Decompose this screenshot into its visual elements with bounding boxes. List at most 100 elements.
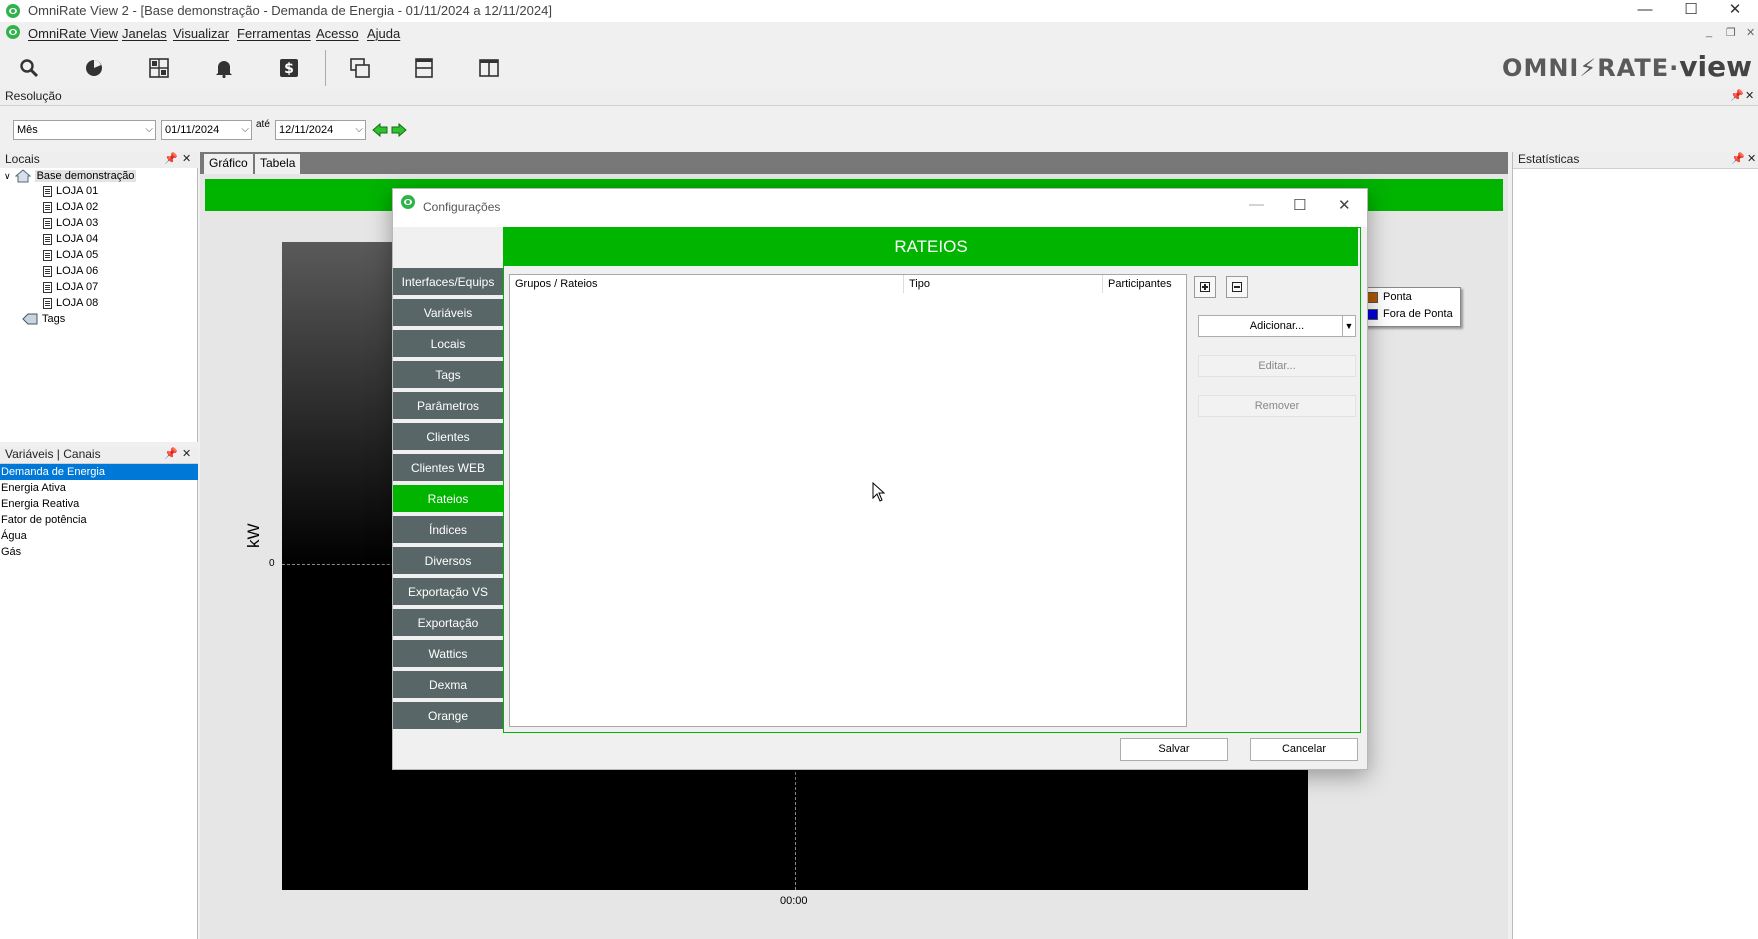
period-select[interactable]: Mês ⌵ <box>13 120 156 140</box>
y-tick-label: 0 <box>269 558 275 569</box>
rateios-list[interactable]: Grupos / Rateios Tipo Participantes <box>509 274 1187 727</box>
tree-item-label: LOJA 05 <box>56 249 99 261</box>
nav-wattics[interactable]: Wattics <box>393 640 503 669</box>
grid-icon[interactable] <box>143 52 175 84</box>
date-to-picker[interactable]: 12/11/2024 ⌵ <box>275 120 366 140</box>
nav-dexma[interactable]: Dexma <box>393 671 503 700</box>
tree-item-loja-06[interactable]: LOJA 06 <box>43 265 98 277</box>
column-header-grupos[interactable]: Grupos / Rateios <box>510 275 904 293</box>
add-button[interactable]: Adicionar... ▼ <box>1198 315 1356 337</box>
mdi-minimize-icon[interactable]: _ <box>1706 26 1712 38</box>
mdi-restore-icon[interactable]: ❐ <box>1726 26 1736 39</box>
document-icon <box>43 233 52 245</box>
pin-icon[interactable]: 📌 <box>1731 152 1745 165</box>
tile-vertical-icon[interactable] <box>473 52 505 84</box>
tree-item-label: LOJA 01 <box>56 185 99 197</box>
nav-interfaces-equips[interactable]: Interfaces/Equips <box>393 268 503 297</box>
dialog-title: Configurações <box>423 200 501 214</box>
remove-button[interactable]: Remover <box>1198 395 1356 417</box>
menu-acesso[interactable]: Acesso <box>316 26 359 41</box>
minimize-icon[interactable]: — <box>1249 196 1264 213</box>
cascade-windows-icon[interactable] <box>344 52 376 84</box>
nav-exportacao-vs[interactable]: Exportação VS <box>393 578 503 607</box>
tree-item-tags[interactable]: Tags <box>22 313 65 325</box>
nav-tags[interactable]: Tags <box>393 361 503 390</box>
nav-parametros[interactable]: Parâmetros <box>393 392 503 421</box>
legend-label: Fora de Ponta <box>1383 308 1453 320</box>
pin-icon[interactable]: 📌 <box>1730 89 1744 102</box>
menu-ferramentas[interactable]: Ferramentas <box>237 26 311 41</box>
pie-chart-icon[interactable] <box>78 52 110 84</box>
menu-ajuda[interactable]: Ajuda <box>367 26 400 41</box>
list-item[interactable]: Água <box>0 528 198 544</box>
list-item[interactable]: Demanda de Energia <box>0 464 198 480</box>
date-from-value: 01/11/2024 <box>165 124 220 136</box>
bell-icon[interactable] <box>208 52 240 84</box>
nav-clientes[interactable]: Clientes <box>393 423 503 452</box>
close-panel-icon[interactable]: ✕ <box>182 447 191 460</box>
save-button[interactable]: Salvar <box>1120 738 1228 761</box>
nav-locais[interactable]: Locais <box>393 330 503 359</box>
database-icon <box>14 169 31 183</box>
chevron-down-icon[interactable]: ∨ <box>4 171 11 182</box>
close-icon[interactable]: ✕ <box>1338 196 1351 214</box>
tree-item-loja-07[interactable]: LOJA 07 <box>43 281 98 293</box>
tree-item-loja-08[interactable]: LOJA 08 <box>43 297 98 309</box>
mdi-app-icon[interactable] <box>6 25 20 39</box>
tree-item-loja-01[interactable]: LOJA 01 <box>43 185 98 197</box>
brand-logo: OMNI⚡RATE·view <box>1502 50 1752 83</box>
nav-rateios[interactable]: Rateios <box>393 485 503 514</box>
app-logo-icon <box>401 195 415 209</box>
tree-item-loja-05[interactable]: LOJA 05 <box>43 249 98 261</box>
minimize-icon[interactable]: — <box>1622 0 1668 22</box>
list-item[interactable]: Energia Reativa <box>0 496 198 512</box>
collapse-all-button[interactable] <box>1226 276 1248 298</box>
nav-indices[interactable]: Índices <box>393 516 503 545</box>
list-item[interactable]: Gás <box>0 544 198 560</box>
legend-swatch <box>1367 308 1378 320</box>
document-icon <box>43 265 52 277</box>
tree-item-loja-03[interactable]: LOJA 03 <box>43 217 98 229</box>
nav-clientes-web[interactable]: Clientes WEB <box>393 454 503 483</box>
close-icon[interactable]: ✕ <box>1712 0 1758 22</box>
pin-icon[interactable]: 📌 <box>164 447 178 460</box>
next-period-icon[interactable] <box>391 122 407 138</box>
nav-orange[interactable]: Orange <box>393 702 503 731</box>
dollar-icon[interactable]: $ <box>273 52 305 84</box>
menu-visualizar[interactable]: Visualizar <box>173 26 229 41</box>
x-tick-label: 00:00 <box>780 895 808 907</box>
previous-period-icon[interactable] <box>372 122 388 138</box>
edit-button[interactable]: Editar... <box>1198 355 1356 377</box>
column-header-participantes[interactable]: Participantes <box>1103 275 1185 293</box>
menu-janelas[interactable]: Janelas <box>122 26 167 41</box>
date-to-value: 12/11/2024 <box>279 124 334 136</box>
document-icon <box>43 249 52 261</box>
estatisticas-panel: Estatísticas 📌 ✕ <box>1512 152 1758 939</box>
until-label: até <box>256 119 270 130</box>
tab-grafico[interactable]: Gráfico <box>204 154 253 174</box>
menu-omnirate-view[interactable]: OmniRate View <box>28 26 118 41</box>
maximize-icon[interactable]: ☐ <box>1293 196 1306 214</box>
maximize-icon[interactable]: ☐ <box>1668 0 1714 22</box>
tile-horizontal-icon[interactable] <box>408 52 440 84</box>
tree-item-loja-04[interactable]: LOJA 04 <box>43 233 98 245</box>
close-panel-icon[interactable]: ✕ <box>1747 152 1756 165</box>
list-item[interactable]: Fator de potência <box>0 512 198 528</box>
pin-icon[interactable]: 📌 <box>164 152 178 165</box>
nav-exportacao-gosoft[interactable]: Exportação GOSOFT <box>393 609 503 659</box>
cancel-button[interactable]: Cancelar <box>1250 738 1358 761</box>
column-header-tipo[interactable]: Tipo <box>904 275 1103 293</box>
tree-item-loja-02[interactable]: LOJA 02 <box>43 201 98 213</box>
close-panel-icon[interactable]: ✕ <box>182 152 191 165</box>
nav-variaveis[interactable]: Variáveis <box>393 299 503 328</box>
expand-all-button[interactable] <box>1194 276 1216 298</box>
nav-diversos[interactable]: Diversos <box>393 547 503 576</box>
close-panel-icon[interactable]: ✕ <box>1745 89 1754 102</box>
tree-root-node[interactable]: ∨ Base demonstração <box>4 169 137 183</box>
list-item[interactable]: Energia Ativa <box>0 480 198 496</box>
chevron-down-icon[interactable]: ▼ <box>1342 316 1355 336</box>
tab-tabela[interactable]: Tabela <box>255 154 301 174</box>
date-from-picker[interactable]: 01/11/2024 ⌵ <box>161 120 252 140</box>
mdi-close-icon[interactable]: ✕ <box>1746 26 1755 39</box>
search-icon[interactable] <box>13 52 45 84</box>
